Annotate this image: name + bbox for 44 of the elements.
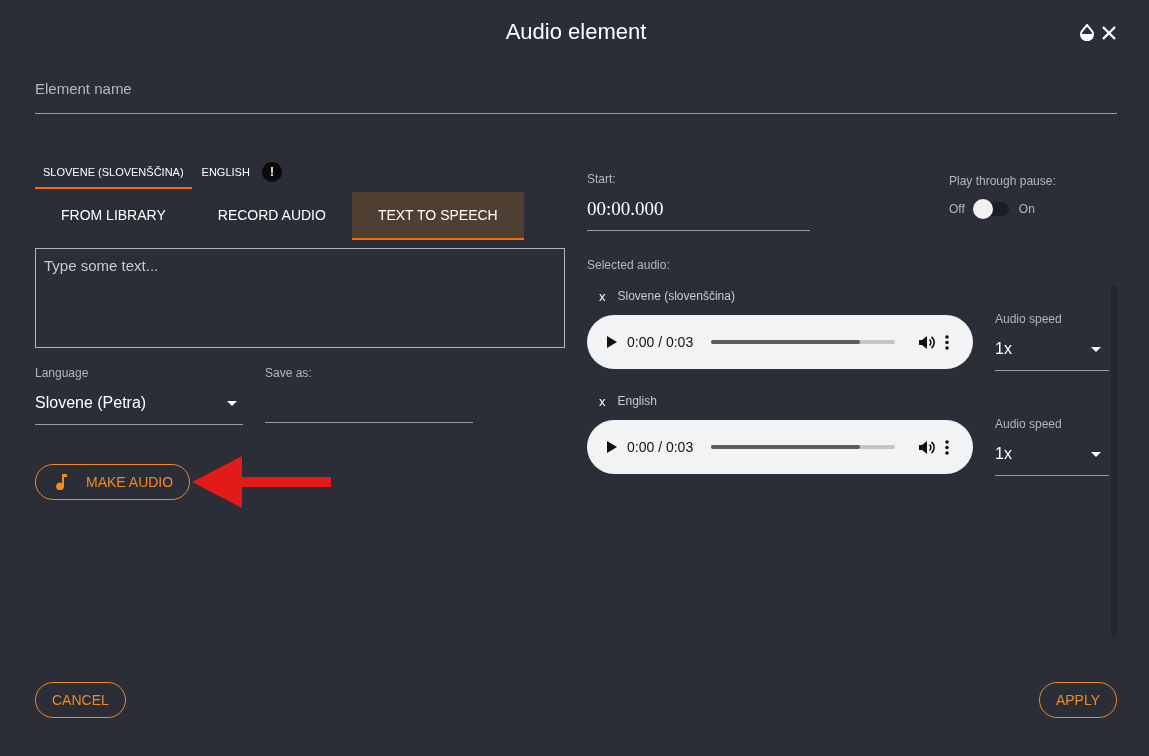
element-name-field[interactable]: Element name bbox=[35, 64, 1117, 114]
close-icon[interactable] bbox=[1101, 24, 1117, 41]
volume-icon[interactable] bbox=[919, 439, 935, 455]
dropdown-caret-icon bbox=[1091, 451, 1101, 457]
start-label: Start: bbox=[587, 172, 617, 186]
language-select[interactable]: Slovene (Petra) bbox=[35, 380, 243, 425]
progress-track[interactable] bbox=[711, 340, 895, 344]
more-options-icon[interactable] bbox=[945, 439, 949, 455]
drop-icon[interactable] bbox=[1079, 24, 1095, 41]
warning-badge: ! bbox=[261, 162, 282, 182]
audio-speed-label: Audio speed bbox=[995, 312, 1063, 326]
audio-name: English bbox=[617, 394, 657, 408]
playback-time: 0:00 / 0:03 bbox=[627, 439, 694, 455]
play-icon[interactable] bbox=[607, 336, 617, 348]
language-label: Language bbox=[35, 366, 90, 380]
save-as-label: Save as: bbox=[265, 366, 313, 380]
source-tab[interactable]: FROM LIBRARY bbox=[35, 192, 192, 240]
language-tab[interactable]: SLOVENE (SLOVENŠČINA) bbox=[35, 155, 192, 189]
dialog-title: Audio element bbox=[505, 19, 647, 45]
off-label: Off bbox=[949, 202, 965, 216]
selected-audio-label: Selected audio: bbox=[587, 258, 671, 272]
play-through-pause-label: Play through pause: bbox=[949, 174, 1057, 188]
audio-speed-select[interactable]: 1x bbox=[995, 326, 1109, 371]
progress-track[interactable] bbox=[711, 445, 895, 449]
more-options-icon[interactable] bbox=[945, 334, 949, 350]
source-tab[interactable]: RECORD AUDIO bbox=[191, 192, 352, 240]
on-label: On bbox=[1018, 202, 1035, 216]
volume-icon[interactable] bbox=[919, 334, 935, 350]
source-tab[interactable]: TEXT TO SPEECH bbox=[351, 192, 524, 240]
language-tab[interactable]: ENGLISH bbox=[193, 155, 258, 189]
dropdown-caret-icon bbox=[1091, 346, 1101, 352]
start-time-field[interactable]: 00:00.000 bbox=[587, 186, 810, 231]
playback-time: 0:00 / 0:03 bbox=[627, 334, 694, 350]
dropdown-caret-icon bbox=[227, 400, 237, 406]
remove-button[interactable]: x bbox=[599, 393, 606, 409]
text-input-field[interactable]: Type some text... bbox=[35, 248, 565, 348]
pointer-arrow-icon bbox=[192, 456, 333, 508]
audio-name: Slovene (slovenščina) bbox=[617, 289, 735, 303]
audio-speed-label: Audio speed bbox=[995, 417, 1063, 431]
audio-speed-select[interactable]: 1x bbox=[995, 431, 1109, 476]
remove-button[interactable]: x bbox=[599, 288, 606, 304]
toggle-switch[interactable] bbox=[974, 202, 1009, 216]
music-note-icon bbox=[56, 474, 68, 490]
play-icon[interactable] bbox=[607, 441, 617, 453]
